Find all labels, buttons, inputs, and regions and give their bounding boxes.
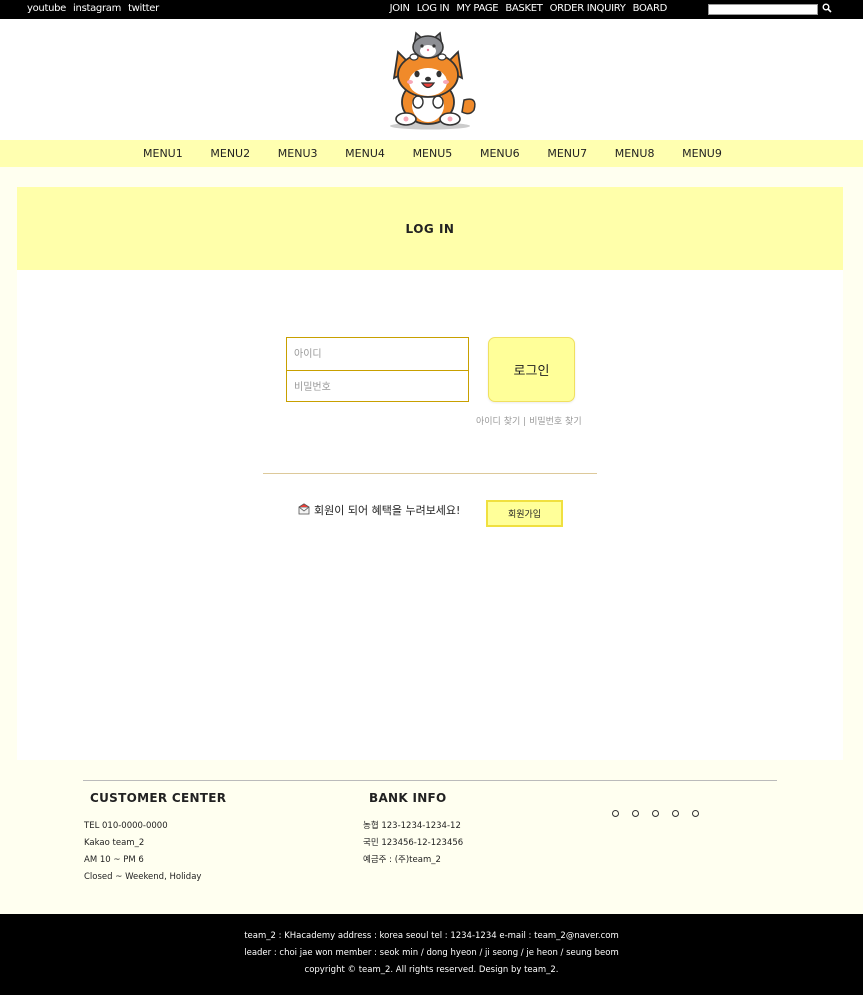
dot-icon[interactable]	[672, 810, 679, 817]
menu-item-6[interactable]: MENU6	[480, 147, 547, 160]
header-logo-area	[0, 19, 863, 140]
dot-icon[interactable]	[612, 810, 619, 817]
login-link[interactable]: LOG IN	[417, 3, 450, 14]
footer-dots	[612, 810, 699, 817]
customer-closed: Closed ~ Weekend, Holiday	[84, 872, 202, 882]
find-separator: |	[523, 417, 527, 427]
customer-hours: AM 10 ~ PM 6	[84, 855, 144, 865]
bank-info-title: BANK INFO	[369, 791, 447, 805]
menu-list: MENU1 MENU2 MENU3 MENU4 MENU5 MENU6 MENU…	[143, 147, 750, 160]
top-bar: youtube instagram twitter JOIN LOG IN MY…	[0, 0, 863, 19]
menu-item-7[interactable]: MENU7	[547, 147, 614, 160]
dot-icon[interactable]	[652, 810, 659, 817]
twitter-link[interactable]: twitter	[128, 3, 159, 14]
join-message: 회원이 되어 혜택을 누려보세요!	[298, 502, 460, 518]
footer-divider	[83, 780, 777, 781]
find-links: 아이디 찾기 | 비밀번호 찾기	[476, 414, 582, 427]
find-id-link[interactable]: 아이디 찾기	[476, 417, 520, 427]
bank-info: 농협 123-1234-1234-12 국민 123456-12-123456 …	[363, 818, 463, 869]
customer-tel: TEL 010-0000-0000	[84, 821, 168, 831]
menu-item-2[interactable]: MENU2	[210, 147, 277, 160]
bank-kookmin: 국민 123456-12-123456	[363, 838, 464, 848]
bottom-footer: team_2 : KHacademy address : korea seoul…	[0, 914, 863, 995]
bank-nonghyup: 농협 123-1234-1234-12	[363, 821, 461, 831]
menu-item-5[interactable]: MENU5	[413, 147, 480, 160]
order-inquiry-link[interactable]: ORDER INQUIRY	[550, 3, 626, 14]
basket-link[interactable]: BASKET	[505, 3, 543, 14]
board-link[interactable]: BOARD	[633, 3, 668, 14]
footer-copyright: copyright © team_2. All rights reserved.…	[304, 965, 559, 975]
customer-kakao: Kakao team_2	[84, 838, 145, 848]
menu-item-1[interactable]: MENU1	[143, 147, 210, 160]
footer-members-line: leader : choi jae won member : seok min …	[244, 948, 619, 958]
find-password-link[interactable]: 비밀번호 찾기	[529, 417, 582, 427]
customer-center-title: CUSTOMER CENTER	[90, 791, 227, 805]
search-input[interactable]	[708, 4, 818, 15]
menu-item-9[interactable]: MENU9	[682, 147, 749, 160]
social-links: youtube instagram twitter	[27, 3, 159, 14]
login-button[interactable]: 로그인	[488, 337, 575, 402]
signup-button[interactable]: 회원가입	[486, 500, 563, 527]
join-message-text: 회원이 되어 혜택을 누려보세요!	[314, 504, 461, 517]
password-input[interactable]	[287, 371, 468, 403]
id-input[interactable]	[287, 338, 468, 370]
youtube-link[interactable]: youtube	[27, 3, 66, 14]
dot-icon[interactable]	[632, 810, 639, 817]
menu-item-4[interactable]: MENU4	[345, 147, 412, 160]
login-container: LOG IN 로그인 아이디 찾기 | 비밀번호 찾기 회원이 되어 혜택을 누…	[17, 187, 843, 760]
page-header: LOG IN	[17, 187, 843, 270]
bank-holder: 예금주 : (주)team_2	[363, 855, 441, 865]
menu-item-3[interactable]: MENU3	[278, 147, 345, 160]
magnifier-icon[interactable]	[822, 3, 834, 15]
login-form	[286, 337, 469, 403]
section-divider	[263, 473, 597, 474]
join-link[interactable]: JOIN	[390, 3, 410, 14]
shiba-cat-logo[interactable]	[384, 30, 480, 130]
mypage-link[interactable]: MY PAGE	[456, 3, 498, 14]
main-nav: MENU1 MENU2 MENU3 MENU4 MENU5 MENU6 MENU…	[0, 140, 863, 167]
page-title: LOG IN	[405, 222, 455, 236]
customer-center-info: TEL 010-0000-0000 Kakao team_2 AM 10 ~ P…	[84, 818, 201, 886]
footer-company-line: team_2 : KHacademy address : korea seoul…	[244, 931, 619, 941]
dot-icon[interactable]	[692, 810, 699, 817]
user-menu: JOIN LOG IN MY PAGE BASKET ORDER INQUIRY…	[390, 3, 668, 14]
envelope-icon	[298, 502, 310, 518]
instagram-link[interactable]: instagram	[73, 3, 121, 14]
menu-item-8[interactable]: MENU8	[615, 147, 682, 160]
